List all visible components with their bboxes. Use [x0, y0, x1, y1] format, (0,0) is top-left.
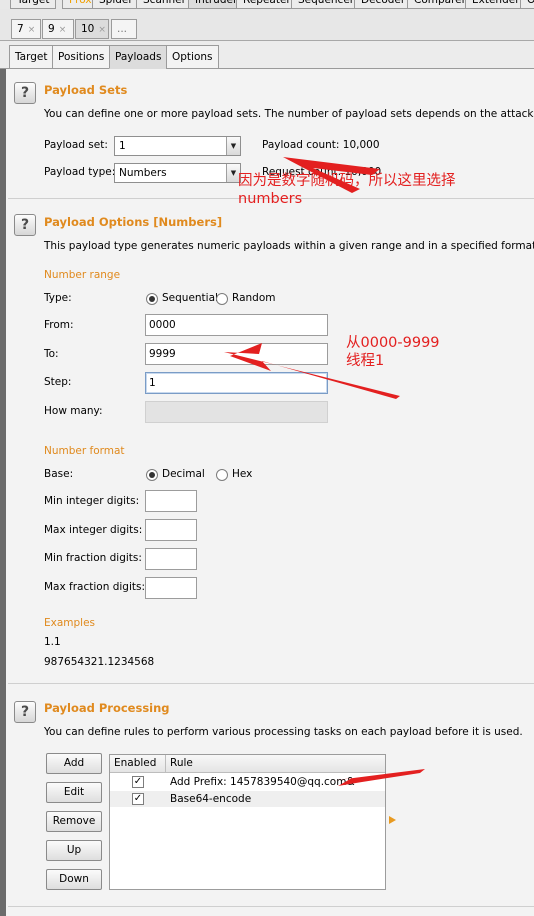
annotation-arrows — [224, 157, 425, 786]
annotation-note-1: 因为是数字随机码，所以这里选择 numbers — [238, 172, 456, 208]
annotation-line: numbers — [238, 191, 303, 207]
annotation-line: 从0000-9999 — [346, 335, 440, 351]
annotation-line: 因为是数字随机码，所以这里选择 — [238, 173, 456, 189]
annotation-note-2: 从0000-9999 线程1 — [346, 334, 440, 370]
arrow-icon — [330, 769, 425, 786]
annotation-line: 线程1 — [346, 353, 385, 369]
